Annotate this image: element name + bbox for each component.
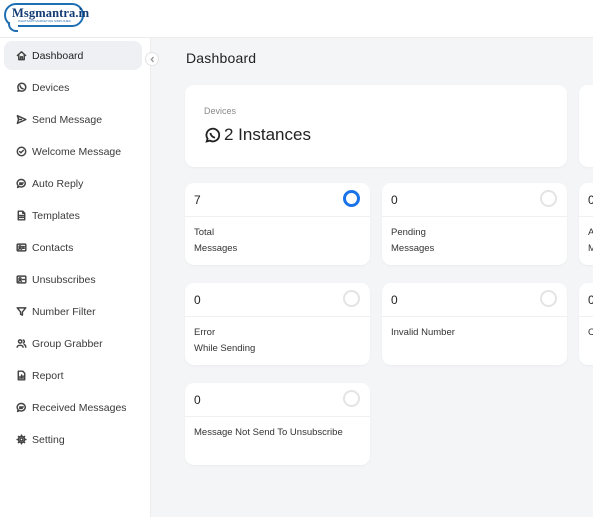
sidebar-item-setting[interactable]: Setting bbox=[4, 425, 142, 454]
send-icon bbox=[15, 114, 27, 126]
stat-card-partial[interactable]: 0 A M bbox=[579, 183, 593, 265]
sidebar-item-group-grabber[interactable]: Group Grabber bbox=[4, 329, 142, 358]
partial-card[interactable] bbox=[579, 85, 593, 167]
stat-card-not-sent-unsubscribe[interactable]: 0 Message Not Send To Unsubscribe bbox=[185, 383, 370, 465]
chat-icon bbox=[15, 402, 27, 414]
gear-icon bbox=[15, 434, 27, 446]
home-icon bbox=[15, 50, 27, 62]
sidebar-item-auto-reply[interactable]: Auto Reply bbox=[4, 169, 142, 198]
stat-value: 0 bbox=[588, 293, 593, 307]
stat-value: 7 bbox=[194, 193, 201, 207]
sidebar-item-label: Send Message bbox=[32, 113, 103, 126]
chevron-left-icon bbox=[149, 56, 154, 62]
stat-value: 0 bbox=[588, 193, 593, 207]
sidebar-collapse-button[interactable] bbox=[145, 52, 159, 66]
sidebar-item-report[interactable]: Report bbox=[4, 361, 142, 390]
status-circle-icon bbox=[343, 190, 360, 207]
sidebar-item-send-message[interactable]: Send Message bbox=[4, 105, 142, 134]
stat-card-error-while-sending[interactable]: 0 Error While Sending bbox=[185, 283, 370, 365]
users-icon bbox=[15, 338, 27, 350]
sidebar-item-unsubscribes[interactable]: Unsubscribes bbox=[4, 265, 142, 294]
sidebar-item-label: Contacts bbox=[32, 241, 74, 254]
whatsapp-icon bbox=[205, 127, 221, 143]
stat-label: Total Messages bbox=[194, 227, 238, 254]
devices-card-value: 2 Instances bbox=[204, 125, 311, 145]
sidebar-item-templates[interactable]: Templates bbox=[4, 201, 142, 230]
stat-label: Error While Sending bbox=[194, 327, 256, 354]
stat-label: Invalid Number bbox=[391, 327, 455, 338]
stat-value: 0 bbox=[391, 293, 398, 307]
report-icon bbox=[15, 370, 27, 382]
sidebar-item-contacts[interactable]: Contacts bbox=[4, 233, 142, 262]
stat-card-pending-messages[interactable]: 0 Pending Messages bbox=[382, 183, 567, 265]
stat-value: 0 bbox=[194, 393, 201, 407]
stat-card-partial[interactable]: 0 C bbox=[579, 283, 593, 365]
sidebar-item-label: Number Filter bbox=[32, 305, 96, 318]
msgmantra-logo[interactable]: Msgmantra.in WHATSAPP MARKETING SIMPLIFI… bbox=[4, 3, 89, 32]
devices-card-label: Devices bbox=[204, 106, 237, 116]
status-circle-icon bbox=[540, 190, 557, 207]
unsubscribe-icon bbox=[15, 274, 27, 286]
top-bar: Msgmantra.in WHATSAPP MARKETING SIMPLIFI… bbox=[0, 0, 593, 38]
sidebar-item-label: Templates bbox=[32, 209, 80, 222]
document-icon bbox=[15, 210, 27, 222]
devices-instances-count: 2 Instances bbox=[224, 125, 311, 144]
stat-label: C bbox=[588, 327, 593, 338]
devices-card[interactable]: Devices 2 Instances bbox=[185, 85, 567, 167]
sidebar-item-label: Unsubscribes bbox=[32, 273, 96, 286]
chat-icon bbox=[15, 178, 27, 190]
sidebar-item-label: Welcome Message bbox=[32, 145, 122, 158]
sidebar-item-dashboard[interactable]: Dashboard bbox=[4, 41, 142, 70]
stat-card-invalid-number[interactable]: 0 Invalid Number bbox=[382, 283, 567, 365]
status-circle-icon bbox=[343, 290, 360, 307]
whatsapp-icon bbox=[15, 82, 27, 94]
sidebar-item-received-messages[interactable]: Received Messages bbox=[4, 393, 142, 422]
sidebar-item-label: Group Grabber bbox=[32, 337, 103, 350]
stat-value: 0 bbox=[194, 293, 201, 307]
sidebar-item-label: Setting bbox=[32, 433, 65, 446]
sidebar-item-welcome-message[interactable]: Welcome Message bbox=[4, 137, 142, 166]
sidebar-item-number-filter[interactable]: Number Filter bbox=[4, 297, 142, 326]
page-title: Dashboard bbox=[186, 50, 257, 66]
status-circle-icon bbox=[343, 390, 360, 407]
stat-label: Pending Messages bbox=[391, 227, 435, 254]
stat-value: 0 bbox=[391, 193, 398, 207]
sidebar-item-label: Devices bbox=[32, 81, 70, 94]
stat-label: Message Not Send To Unsubscribe bbox=[194, 427, 343, 438]
sidebar: Dashboard Devices Send Message Welcome M… bbox=[0, 38, 151, 517]
logo-tagline: WHATSAPP MARKETING SIMPLIFIED bbox=[18, 19, 71, 23]
stat-card-total-messages[interactable]: 7 Total Messages bbox=[185, 183, 370, 265]
sidebar-item-label: Dashboard bbox=[32, 49, 84, 62]
check-circle-icon bbox=[15, 146, 27, 158]
sidebar-item-label: Received Messages bbox=[32, 401, 127, 414]
sidebar-item-devices[interactable]: Devices bbox=[4, 73, 142, 102]
contacts-icon bbox=[15, 242, 27, 254]
sidebar-item-label: Report bbox=[32, 369, 64, 382]
filter-icon bbox=[15, 306, 27, 318]
status-circle-icon bbox=[540, 290, 557, 307]
sidebar-item-label: Auto Reply bbox=[32, 177, 84, 190]
stat-label: A M bbox=[588, 227, 593, 254]
